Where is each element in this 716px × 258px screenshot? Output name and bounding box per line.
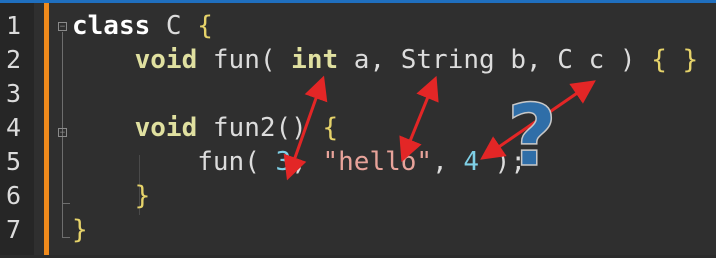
line-number: 5: [6, 147, 22, 176]
code-text: a, String b, C c ): [338, 45, 652, 75]
number-literal: 4: [463, 147, 480, 177]
code-text: ,: [291, 147, 323, 177]
change-indicator-bar: [44, 3, 49, 255]
line-number: 6: [6, 181, 22, 210]
brace: {: [197, 11, 213, 41]
gutter: 1 2 3 4 5 6 7: [0, 3, 34, 255]
code-text: );: [479, 147, 526, 177]
fold-end-marker: [62, 237, 70, 238]
code-line-7: }: [72, 213, 716, 247]
code-area[interactable]: class C { void fun( int a, String b, C c…: [72, 9, 716, 247]
collapse-icon[interactable]: −: [58, 128, 67, 138]
line-number: 1: [6, 11, 22, 40]
line-number: 3: [6, 79, 22, 108]
code-line-4: void fun2() {: [72, 111, 716, 145]
code-text: fun2(): [197, 113, 323, 143]
line-number: 2: [6, 45, 22, 74]
code-line-1: class C {: [72, 9, 716, 43]
string-literal: "hello": [322, 147, 433, 177]
brace: }: [72, 215, 88, 245]
keyword: void: [134, 45, 198, 75]
code-text: fun(: [197, 147, 276, 177]
line-number: 7: [6, 215, 22, 244]
keyword: void: [134, 113, 198, 143]
keyword: int: [291, 45, 339, 75]
code-editor: 1 2 3 4 5 6 7 − − class C { void fun( in…: [0, 0, 716, 255]
fold-margin: − −: [52, 3, 70, 255]
code-line-5: fun( 3, "hello", 4 );: [72, 145, 716, 179]
brace: }: [134, 181, 151, 211]
code-line-6: }: [72, 179, 716, 213]
fold-end-marker: [62, 203, 70, 204]
keyword: class: [72, 11, 151, 41]
identifier: C: [150, 11, 198, 41]
code-text: ,: [432, 147, 464, 177]
brace: { }: [651, 45, 699, 75]
number-literal: 3: [275, 147, 292, 177]
line-numbers: 1 2 3 4 5 6 7: [0, 9, 32, 247]
line-number: 4: [6, 113, 22, 142]
code-text: fun(: [197, 45, 292, 75]
brace: {: [322, 113, 339, 143]
collapse-icon[interactable]: −: [58, 22, 67, 32]
code-line-2: void fun( int a, String b, C c ) { }: [72, 43, 716, 77]
